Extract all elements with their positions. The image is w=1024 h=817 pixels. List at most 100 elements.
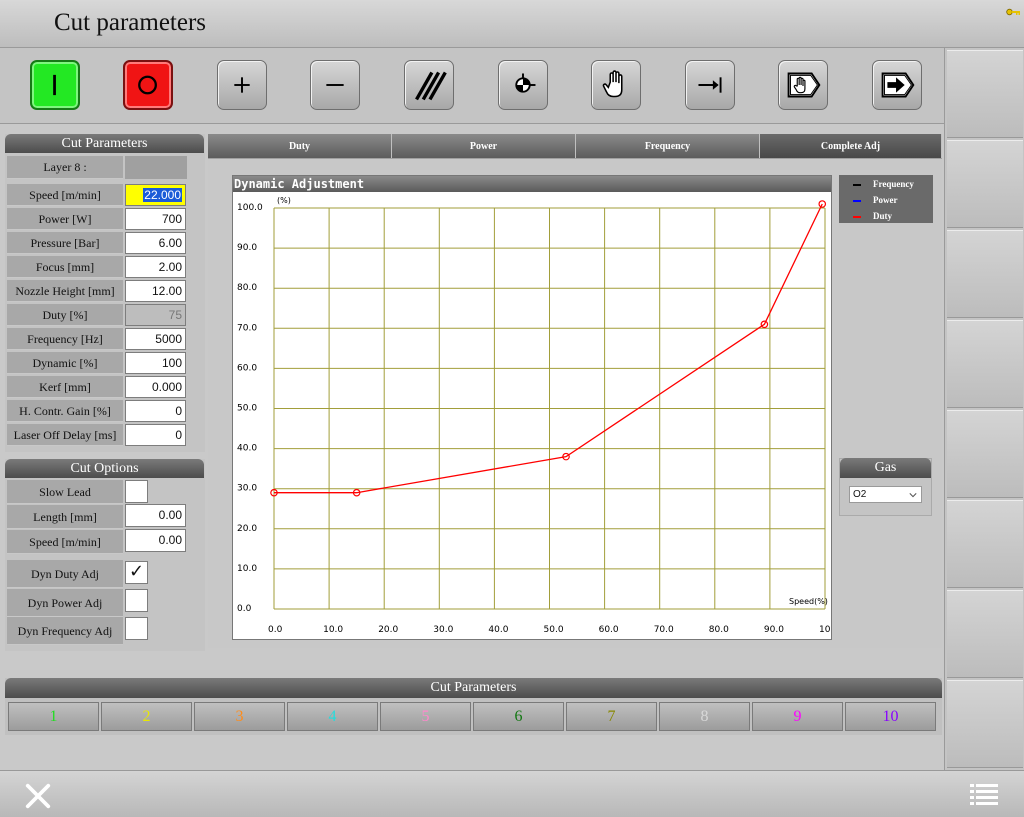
x-axis-label: Speed(%) — [789, 597, 828, 606]
pressure-label: Pressure [Bar] — [7, 232, 123, 254]
x-tick-label: 50.0 — [544, 625, 564, 635]
layer-button-9[interactable]: 9 — [752, 702, 843, 731]
series-point-duty — [818, 200, 827, 208]
kerf-label: Kerf [mm] — [7, 376, 123, 398]
side-button-5[interactable] — [947, 410, 1023, 498]
tab-complete-adj[interactable]: Complete Adj — [760, 134, 942, 158]
cut-parameters-header: Cut Parameters — [5, 134, 204, 153]
jump-button[interactable] — [685, 60, 735, 110]
power-off-icon — [138, 75, 157, 95]
y-tick-label: 0.0 — [237, 604, 252, 614]
dynamic-label: Dynamic [%] — [7, 352, 123, 374]
dyn-frequency-checkbox[interactable] — [125, 617, 148, 640]
minus-icon — [326, 84, 344, 86]
side-button-6[interactable] — [947, 500, 1023, 588]
manual-button[interactable] — [591, 60, 641, 110]
power-label: Power [W] — [7, 208, 123, 230]
dyn-frequency-label: Dyn Frequency Adj — [7, 617, 123, 645]
pressure-field[interactable]: 6.00 — [125, 232, 186, 254]
frequency-field[interactable]: 5000 — [125, 328, 186, 350]
dyn-power-label: Dyn Power Adj — [7, 589, 123, 617]
tab-frequency[interactable]: Frequency — [576, 134, 760, 158]
side-button-2[interactable] — [947, 140, 1023, 228]
side-button-4[interactable] — [947, 320, 1023, 408]
hatch-button[interactable] — [404, 60, 454, 110]
duty-field: 75 — [125, 304, 186, 326]
y-tick-label: 80.0 — [237, 283, 257, 293]
speed-field[interactable]: 22.000 — [125, 184, 186, 206]
power-field[interactable]: 700 — [125, 208, 186, 230]
length-label: Length [mm] — [7, 505, 123, 529]
laser-off-delay-label: Laser Off Delay [ms] — [7, 424, 123, 446]
length-field[interactable]: 0.00 — [125, 504, 186, 527]
key-icon — [1006, 8, 1020, 16]
y-tick-label: 40.0 — [237, 444, 257, 454]
remove-button[interactable] — [310, 60, 360, 110]
h-contr-gain-field[interactable]: 0 — [125, 400, 186, 422]
add-button[interactable] — [217, 60, 267, 110]
focus-field[interactable]: 2.00 — [125, 256, 186, 278]
layer-button-8[interactable]: 8 — [659, 702, 750, 731]
kerf-field[interactable]: 0.000 — [125, 376, 186, 398]
start-button[interactable] — [30, 60, 80, 110]
manual-exit-button[interactable] — [778, 60, 828, 110]
x-tick-label: 90.0 — [764, 625, 784, 635]
x-tick-label: 20.0 — [378, 625, 398, 635]
frequency-label: Frequency [Hz] — [7, 328, 123, 350]
slow-speed-field[interactable]: 0.00 — [125, 529, 186, 552]
side-button-7[interactable] — [947, 590, 1023, 678]
tab-duty[interactable]: Duty — [208, 134, 392, 158]
side-button-1[interactable] — [947, 50, 1023, 138]
y-tick-label: 20.0 — [237, 524, 257, 534]
x-tick-label: 0.0 — [268, 625, 283, 635]
y-tick-label: 50.0 — [237, 404, 257, 414]
layer-button-3[interactable]: 3 — [194, 702, 285, 731]
nozzle-height-field[interactable]: 12.00 — [125, 280, 186, 302]
gas-value: O2 — [853, 489, 867, 500]
legend-label-frequency: Frequency — [873, 179, 914, 189]
nozzle-height-label: Nozzle Height [mm] — [7, 280, 123, 302]
chart-plot: 0.0 10.0 20.0 30.0 40.0 50.0 60.0 70.0 80.0 90.0 1… — [237, 196, 831, 635]
duty-label: Duty [%] — [7, 304, 123, 326]
y-tick-label: 30.0 — [237, 484, 257, 494]
side-button-8[interactable] — [947, 680, 1023, 768]
tab-power[interactable]: Power — [392, 134, 576, 158]
layer-button-2[interactable]: 2 — [101, 702, 192, 731]
gas-select[interactable]: O2 — [849, 486, 922, 503]
y-tick-label: 100.0 — [237, 203, 263, 213]
stop-button[interactable] — [123, 60, 173, 110]
layer-button-6[interactable]: 6 — [473, 702, 564, 731]
close-icon[interactable] — [24, 782, 52, 810]
y-axis-label: (%) — [277, 196, 291, 205]
series-line-duty — [274, 203, 823, 494]
side-button-3[interactable] — [947, 230, 1023, 318]
legend-label-duty: Duty — [873, 211, 893, 221]
layer-button-4[interactable]: 4 — [287, 702, 378, 731]
piercing-button[interactable] — [498, 60, 548, 110]
layer-button-7[interactable]: 7 — [566, 702, 657, 731]
x-tick-label: 30.0 — [433, 625, 453, 635]
hand-exit-icon — [787, 72, 821, 98]
layer-button-10[interactable]: 10 — [845, 702, 936, 731]
target-icon — [515, 73, 536, 93]
gas-header: Gas — [840, 458, 931, 478]
x-tick-label: 80.0 — [709, 625, 729, 635]
layer-button-5[interactable]: 5 — [380, 702, 471, 731]
dyn-duty-checkbox[interactable]: ✓ — [125, 561, 148, 584]
list-menu-icon[interactable] — [970, 782, 998, 808]
layer-button-1[interactable]: 1 — [8, 702, 99, 731]
window-title: Cut parameters — [54, 9, 207, 36]
x-tick-label: 100.0 — [819, 625, 831, 635]
exit-button[interactable] — [872, 60, 922, 110]
slow-lead-checkbox[interactable] — [125, 480, 148, 503]
dynamic-field[interactable]: 100 — [125, 352, 186, 374]
plus-icon — [234, 77, 250, 93]
hatch-lines-icon — [415, 71, 447, 101]
layer-label: Layer 8 : — [7, 156, 123, 179]
dyn-power-checkbox[interactable] — [125, 589, 148, 612]
laser-off-delay-field[interactable]: 0 — [125, 424, 186, 446]
arrow-exit-icon — [881, 72, 915, 98]
x-tick-label: 10.0 — [323, 625, 343, 635]
title-bar: Cut parameters — [0, 0, 1024, 48]
speed-label: Speed [m/min] — [7, 184, 123, 206]
